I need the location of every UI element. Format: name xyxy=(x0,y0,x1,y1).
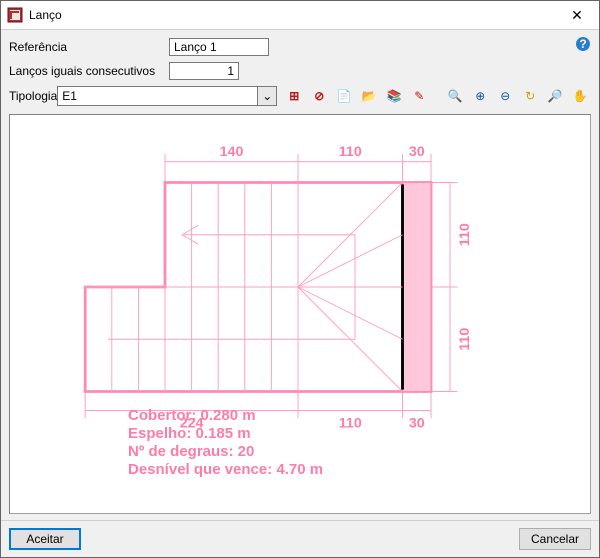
open-icon: 📂 xyxy=(362,89,377,103)
close-button[interactable]: ✕ xyxy=(555,1,599,29)
zoom-prev-button[interactable]: ⊖ xyxy=(494,85,516,107)
dim-bot-3: 30 xyxy=(409,416,425,432)
dim-right-1: 110 xyxy=(457,223,473,246)
delete-icon: ⊘ xyxy=(314,89,324,103)
library-icon: 📚 xyxy=(387,89,402,103)
zoom-prev-icon: ⊖ xyxy=(500,89,510,103)
tipologia-label: Tipologia xyxy=(9,89,57,103)
help-button[interactable]: ? xyxy=(575,36,591,52)
drawing-canvas[interactable]: 140 110 30 110 110 xyxy=(9,114,591,514)
reference-label: Referência xyxy=(9,40,169,54)
copy-button[interactable]: 📄 xyxy=(333,85,355,107)
reference-input[interactable] xyxy=(169,38,269,56)
zoom-out-button[interactable]: 🔎 xyxy=(544,85,566,107)
titlebar: Lanço ✕ xyxy=(1,1,599,30)
edit-button[interactable]: ✎ xyxy=(408,85,430,107)
zoom-out-icon: 🔎 xyxy=(548,89,563,103)
tipologia-toolbar: ⊞ ⊘ 📄 📂 📚 ✎ 🔍 ⊕ ⊖ ↻ 🔎 ✋ 🖶 xyxy=(283,85,600,107)
pan-icon: ✋ xyxy=(573,89,588,103)
consecutive-label: Lanços iguais consecutivos xyxy=(9,64,169,78)
zoom-window-button[interactable]: 🔍 xyxy=(444,85,466,107)
copy-icon: 📄 xyxy=(337,89,352,103)
delete-button[interactable]: ⊘ xyxy=(308,85,330,107)
dim-top-2: 110 xyxy=(339,144,362,160)
redraw-button[interactable]: ↻ xyxy=(519,85,541,107)
help-icon: ? xyxy=(579,37,586,51)
open-button[interactable]: 📂 xyxy=(358,85,380,107)
print-button[interactable]: 🖶 xyxy=(594,85,600,107)
close-icon: ✕ xyxy=(571,7,583,24)
dim-right-2: 110 xyxy=(457,328,473,351)
chevron-down-icon: ⌄ xyxy=(258,86,277,106)
dim-top-1: 140 xyxy=(220,144,244,160)
plus-icon: ⊞ xyxy=(289,89,299,103)
library-button[interactable]: 📚 xyxy=(383,85,405,107)
accept-button[interactable]: Aceitar xyxy=(9,528,81,550)
window-title: Lanço xyxy=(29,8,62,22)
zoom-extents-button[interactable]: ⊕ xyxy=(469,85,491,107)
edit-icon: ✎ xyxy=(414,89,424,103)
dim-bot-2: 110 xyxy=(339,416,362,432)
redraw-icon: ↻ xyxy=(525,89,535,103)
tipologia-combo[interactable]: E1 ⌄ xyxy=(57,86,277,106)
zoom-extents-icon: ⊕ xyxy=(475,89,485,103)
add-button[interactable]: ⊞ xyxy=(283,85,305,107)
cancel-button[interactable]: Cancelar xyxy=(519,528,591,550)
zoom-window-icon: 🔍 xyxy=(448,89,463,103)
stair-info: Cobertor: 0.280 m Espelho: 0.185 m Nº de… xyxy=(128,407,323,479)
app-icon xyxy=(7,7,23,23)
dialog-footer: Aceitar Cancelar xyxy=(1,520,599,557)
consecutive-input[interactable] xyxy=(169,62,239,80)
dim-top-3: 30 xyxy=(409,144,425,160)
pan-button[interactable]: ✋ xyxy=(569,85,591,107)
tipologia-value: E1 xyxy=(57,86,258,106)
